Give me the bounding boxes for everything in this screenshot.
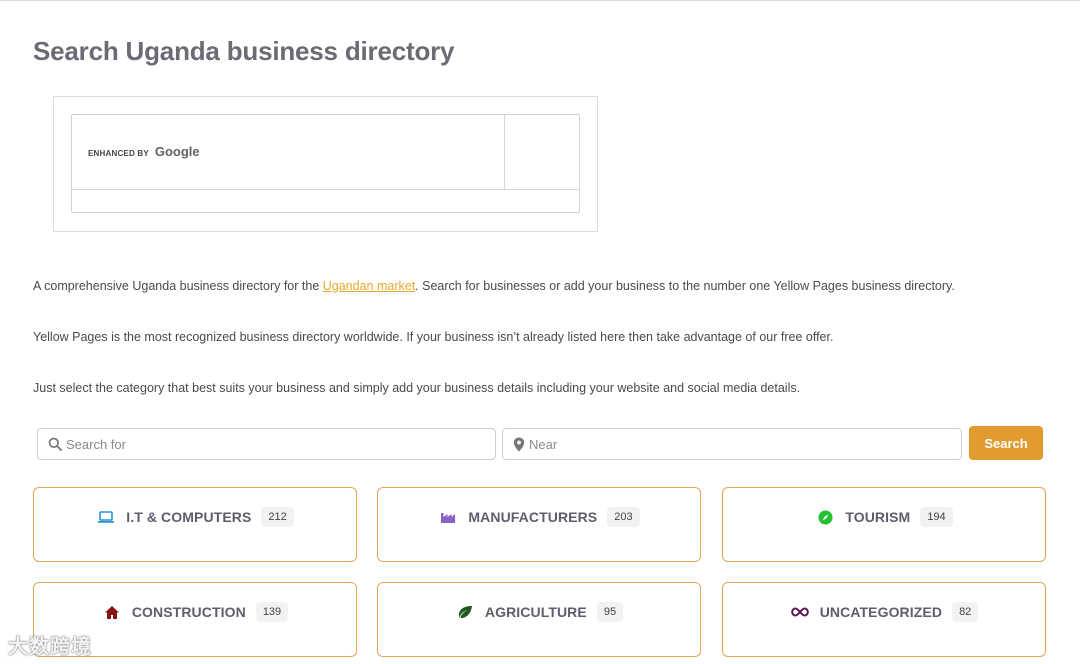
category-card-agriculture[interactable]: AGRICULTURE 95 xyxy=(377,582,701,657)
infinity-icon xyxy=(790,602,810,622)
category-label: AGRICULTURE xyxy=(484,604,587,620)
intro-paragraph-1: A comprehensive Uganda business director… xyxy=(33,279,955,293)
intro-text: A comprehensive Uganda business director… xyxy=(33,279,323,293)
category-label: MANUFACTURERS xyxy=(468,509,598,525)
near-field[interactable] xyxy=(502,428,962,460)
intro-text: . Search for businesses or add your busi… xyxy=(415,279,955,293)
laptop-icon xyxy=(96,507,116,527)
factory-icon xyxy=(438,507,458,527)
compass-icon xyxy=(815,507,835,527)
category-card-it-computers[interactable]: I.T & COMPUTERS 212 xyxy=(33,487,357,562)
google-logo: Google xyxy=(154,144,200,159)
enhanced-by-label: ENHANCED BY xyxy=(88,149,149,158)
category-card-uncategorized[interactable]: UNCATEGORIZED 82 xyxy=(722,582,1046,657)
category-card-tourism[interactable]: TOURISM 194 xyxy=(722,487,1046,562)
leaf-icon xyxy=(455,602,475,622)
search-for-field[interactable] xyxy=(37,428,496,460)
house-icon xyxy=(102,602,122,622)
category-card-manufacturers[interactable]: MANUFACTURERS 203 xyxy=(377,487,701,562)
google-branding: ENHANCED BY Google xyxy=(88,144,200,159)
category-label: I.T & COMPUTERS xyxy=(126,509,252,525)
google-search-input[interactable]: ENHANCED BY Google xyxy=(72,115,505,190)
intro-paragraph-2: Yellow Pages is the most recognized busi… xyxy=(33,330,834,344)
ugandan-market-link[interactable]: Ugandan market xyxy=(323,279,415,293)
google-search-box: ENHANCED BY Google xyxy=(71,114,580,213)
search-button[interactable]: Search xyxy=(969,426,1043,460)
category-count: 203 xyxy=(607,507,640,527)
search-icon xyxy=(48,437,62,451)
category-label: TOURISM xyxy=(845,509,911,525)
category-label: CONSTRUCTION xyxy=(131,604,246,620)
category-count: 212 xyxy=(261,507,294,527)
top-divider xyxy=(0,0,1080,1)
watermark: 大数跨境 xyxy=(8,636,92,658)
category-label: UNCATEGORIZED xyxy=(819,604,943,620)
category-count: 82 xyxy=(952,602,979,622)
google-search-widget: ENHANCED BY Google xyxy=(53,96,598,232)
intro-paragraph-3: Just select the category that best suits… xyxy=(33,381,801,395)
page-title: Search Uganda business directory xyxy=(33,36,455,66)
map-marker-icon xyxy=(513,437,525,451)
google-search-button[interactable] xyxy=(505,115,580,190)
category-count: 139 xyxy=(255,602,289,622)
category-count: 95 xyxy=(596,602,624,622)
search-input[interactable] xyxy=(66,436,495,452)
near-input[interactable] xyxy=(529,436,961,452)
category-count: 194 xyxy=(920,507,953,527)
